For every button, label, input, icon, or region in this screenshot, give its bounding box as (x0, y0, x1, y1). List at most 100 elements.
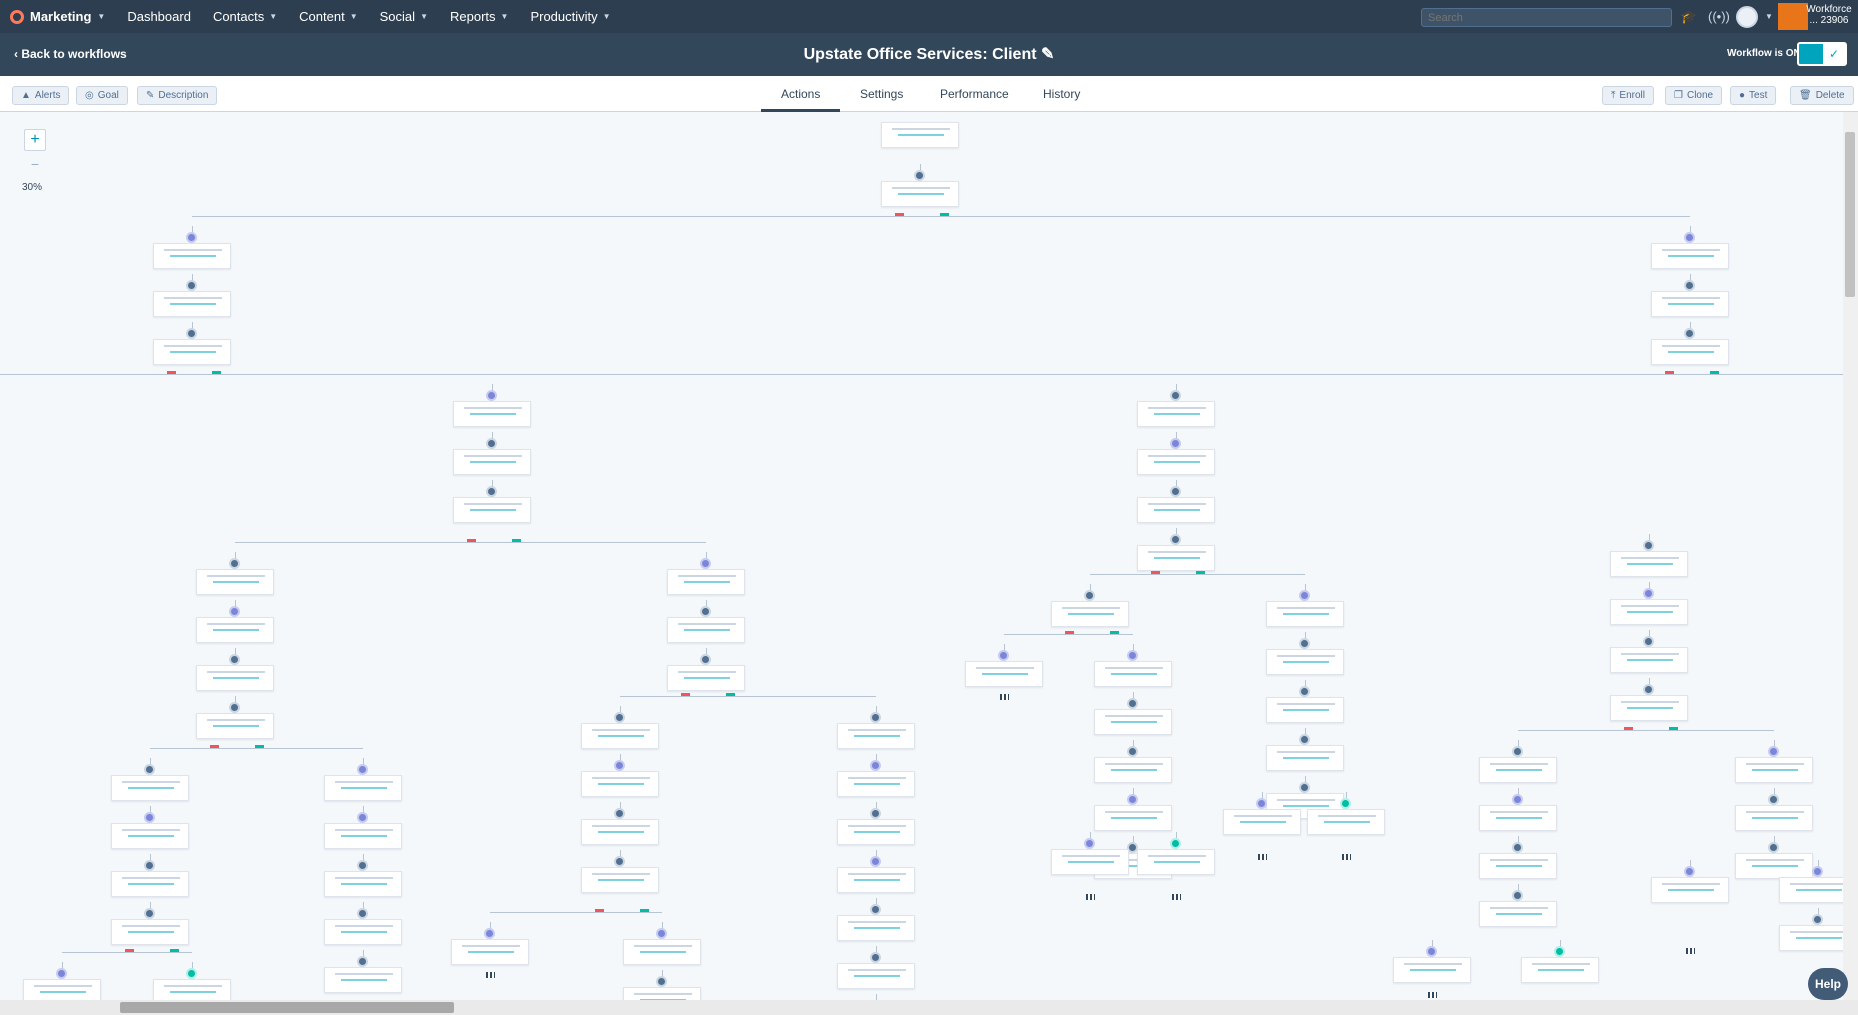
workflow-action-card[interactable] (1266, 745, 1344, 771)
calling-icon[interactable]: ((•)) (1708, 8, 1730, 26)
nav-contacts[interactable]: Contacts ▼ (213, 9, 277, 24)
workflow-action-card[interactable] (1479, 757, 1557, 783)
tab-settings[interactable]: Settings (860, 87, 903, 101)
workflow-action-card[interactable] (451, 939, 529, 965)
academy-icon[interactable]: 🎓 (1680, 8, 1698, 26)
workflow-action-card[interactable] (1651, 243, 1729, 269)
workflow-action-card[interactable] (1651, 339, 1729, 365)
workflow-action-card[interactable] (1137, 449, 1215, 475)
workflow-action-card[interactable] (111, 823, 189, 849)
alerts-button[interactable]: ▲ Alerts (12, 86, 70, 105)
workflow-action-card[interactable] (1735, 805, 1813, 831)
workflow-action-card[interactable] (1266, 601, 1344, 627)
horizontal-scrollbar[interactable] (0, 1000, 1858, 1015)
workflow-action-card[interactable] (837, 867, 915, 893)
workflow-action-card[interactable] (453, 401, 531, 427)
workflow-canvas[interactable]: + − 30% (0, 112, 1858, 1000)
vertical-scroll-thumb[interactable] (1845, 132, 1855, 297)
workflow-action-card[interactable] (153, 243, 231, 269)
workflow-action-card[interactable] (581, 771, 659, 797)
tab-performance[interactable]: Performance (940, 87, 1009, 101)
workflow-action-card[interactable] (965, 661, 1043, 687)
workflow-action-card[interactable] (1610, 647, 1688, 673)
workflow-action-card[interactable] (1266, 697, 1344, 723)
workflow-action-card[interactable] (623, 939, 701, 965)
workflow-action-card[interactable] (1479, 805, 1557, 831)
workflow-action-card[interactable] (23, 979, 101, 1000)
enroll-button[interactable]: ⤒ Enroll (1602, 86, 1654, 105)
description-button[interactable]: ✎ Description (137, 86, 218, 105)
zoom-out-button[interactable]: − (24, 156, 46, 178)
zoom-in-button[interactable]: + (24, 129, 46, 151)
workflow-action-card[interactable] (324, 871, 402, 897)
workflow-action-card[interactable] (1735, 757, 1813, 783)
workflow-action-card[interactable] (667, 665, 745, 691)
workflow-action-card[interactable] (111, 871, 189, 897)
nav-content[interactable]: Content ▼ (299, 9, 357, 24)
marketing-menu[interactable]: Marketing ▼ (10, 9, 105, 24)
workflow-action-card[interactable] (1393, 957, 1471, 983)
chevron-down-icon[interactable]: ▼ (1760, 8, 1778, 26)
workflow-action-card[interactable] (581, 819, 659, 845)
workflow-action-card[interactable] (1137, 545, 1215, 571)
workflow-action-card[interactable] (837, 915, 915, 941)
horizontal-scroll-thumb[interactable] (120, 1002, 454, 1013)
workflow-action-card[interactable] (1610, 599, 1688, 625)
workflow-action-card[interactable] (153, 979, 231, 1000)
page-title[interactable]: Upstate Office Services: Client ✎ (0, 44, 1858, 64)
workflow-action-card[interactable] (1307, 809, 1385, 835)
workflow-action-card[interactable] (1223, 809, 1301, 835)
workflow-action-card[interactable] (667, 569, 745, 595)
nav-productivity[interactable]: Productivity ▼ (530, 9, 610, 24)
workflow-action-card[interactable] (1479, 853, 1557, 879)
workflow-action-card[interactable] (1094, 709, 1172, 735)
account-name[interactable]: Workforce ... 23906 (1806, 4, 1852, 26)
workflow-action-card[interactable] (667, 617, 745, 643)
tab-actions[interactable]: Actions (761, 87, 841, 112)
workflow-action-card[interactable] (1521, 957, 1599, 983)
search-input[interactable] (1421, 8, 1672, 27)
enrollment-trigger-card[interactable] (881, 122, 959, 148)
workflow-action-card[interactable] (581, 867, 659, 893)
workflow-action-card[interactable] (153, 339, 231, 365)
nav-dashboard[interactable]: Dashboard (127, 9, 191, 24)
tab-history[interactable]: History (1043, 87, 1080, 101)
workflow-action-card[interactable] (453, 449, 531, 475)
workflow-action-card[interactable] (324, 775, 402, 801)
goal-button[interactable]: ◎ Goal (76, 86, 128, 105)
vertical-scrollbar[interactable] (1843, 112, 1858, 1000)
workflow-action-card[interactable] (1051, 601, 1129, 627)
nav-reports[interactable]: Reports ▼ (450, 9, 508, 24)
workflow-action-card[interactable] (1094, 757, 1172, 783)
workflow-action-card[interactable] (837, 819, 915, 845)
workflow-action-card[interactable] (1651, 877, 1729, 903)
workflow-action-card[interactable] (111, 919, 189, 945)
workflow-action-card[interactable] (111, 775, 189, 801)
workflow-action-card[interactable] (1651, 291, 1729, 317)
workflow-action-card[interactable] (196, 569, 274, 595)
workflow-action-card[interactable] (1137, 849, 1215, 875)
nav-social[interactable]: Social ▼ (380, 9, 428, 24)
workflow-action-card[interactable] (324, 823, 402, 849)
workflow-action-card[interactable] (1137, 497, 1215, 523)
workflow-action-card[interactable] (837, 771, 915, 797)
pencil-icon[interactable]: ✎ (1041, 46, 1054, 63)
help-button[interactable]: Help (1808, 968, 1848, 1000)
workflow-action-card[interactable] (1051, 849, 1129, 875)
workflow-action-card[interactable] (837, 963, 915, 989)
workflow-action-card[interactable] (196, 665, 274, 691)
workflow-action-card[interactable] (1094, 661, 1172, 687)
workflow-action-card[interactable] (1735, 853, 1813, 879)
workflow-action-card[interactable] (1610, 695, 1688, 721)
test-button[interactable]: ● Test (1730, 86, 1777, 105)
workflow-action-card[interactable] (196, 617, 274, 643)
avatar[interactable] (1736, 6, 1758, 28)
workflow-action-card[interactable] (453, 497, 531, 523)
workflow-action-card[interactable] (1266, 649, 1344, 675)
workflow-action-card[interactable] (881, 181, 959, 207)
workflow-action-card[interactable] (196, 713, 274, 739)
workflow-action-card[interactable] (1094, 805, 1172, 831)
delete-button[interactable]: 🗑 Delete (1790, 86, 1854, 105)
workflow-action-card[interactable] (324, 919, 402, 945)
workflow-action-card[interactable] (324, 967, 402, 993)
